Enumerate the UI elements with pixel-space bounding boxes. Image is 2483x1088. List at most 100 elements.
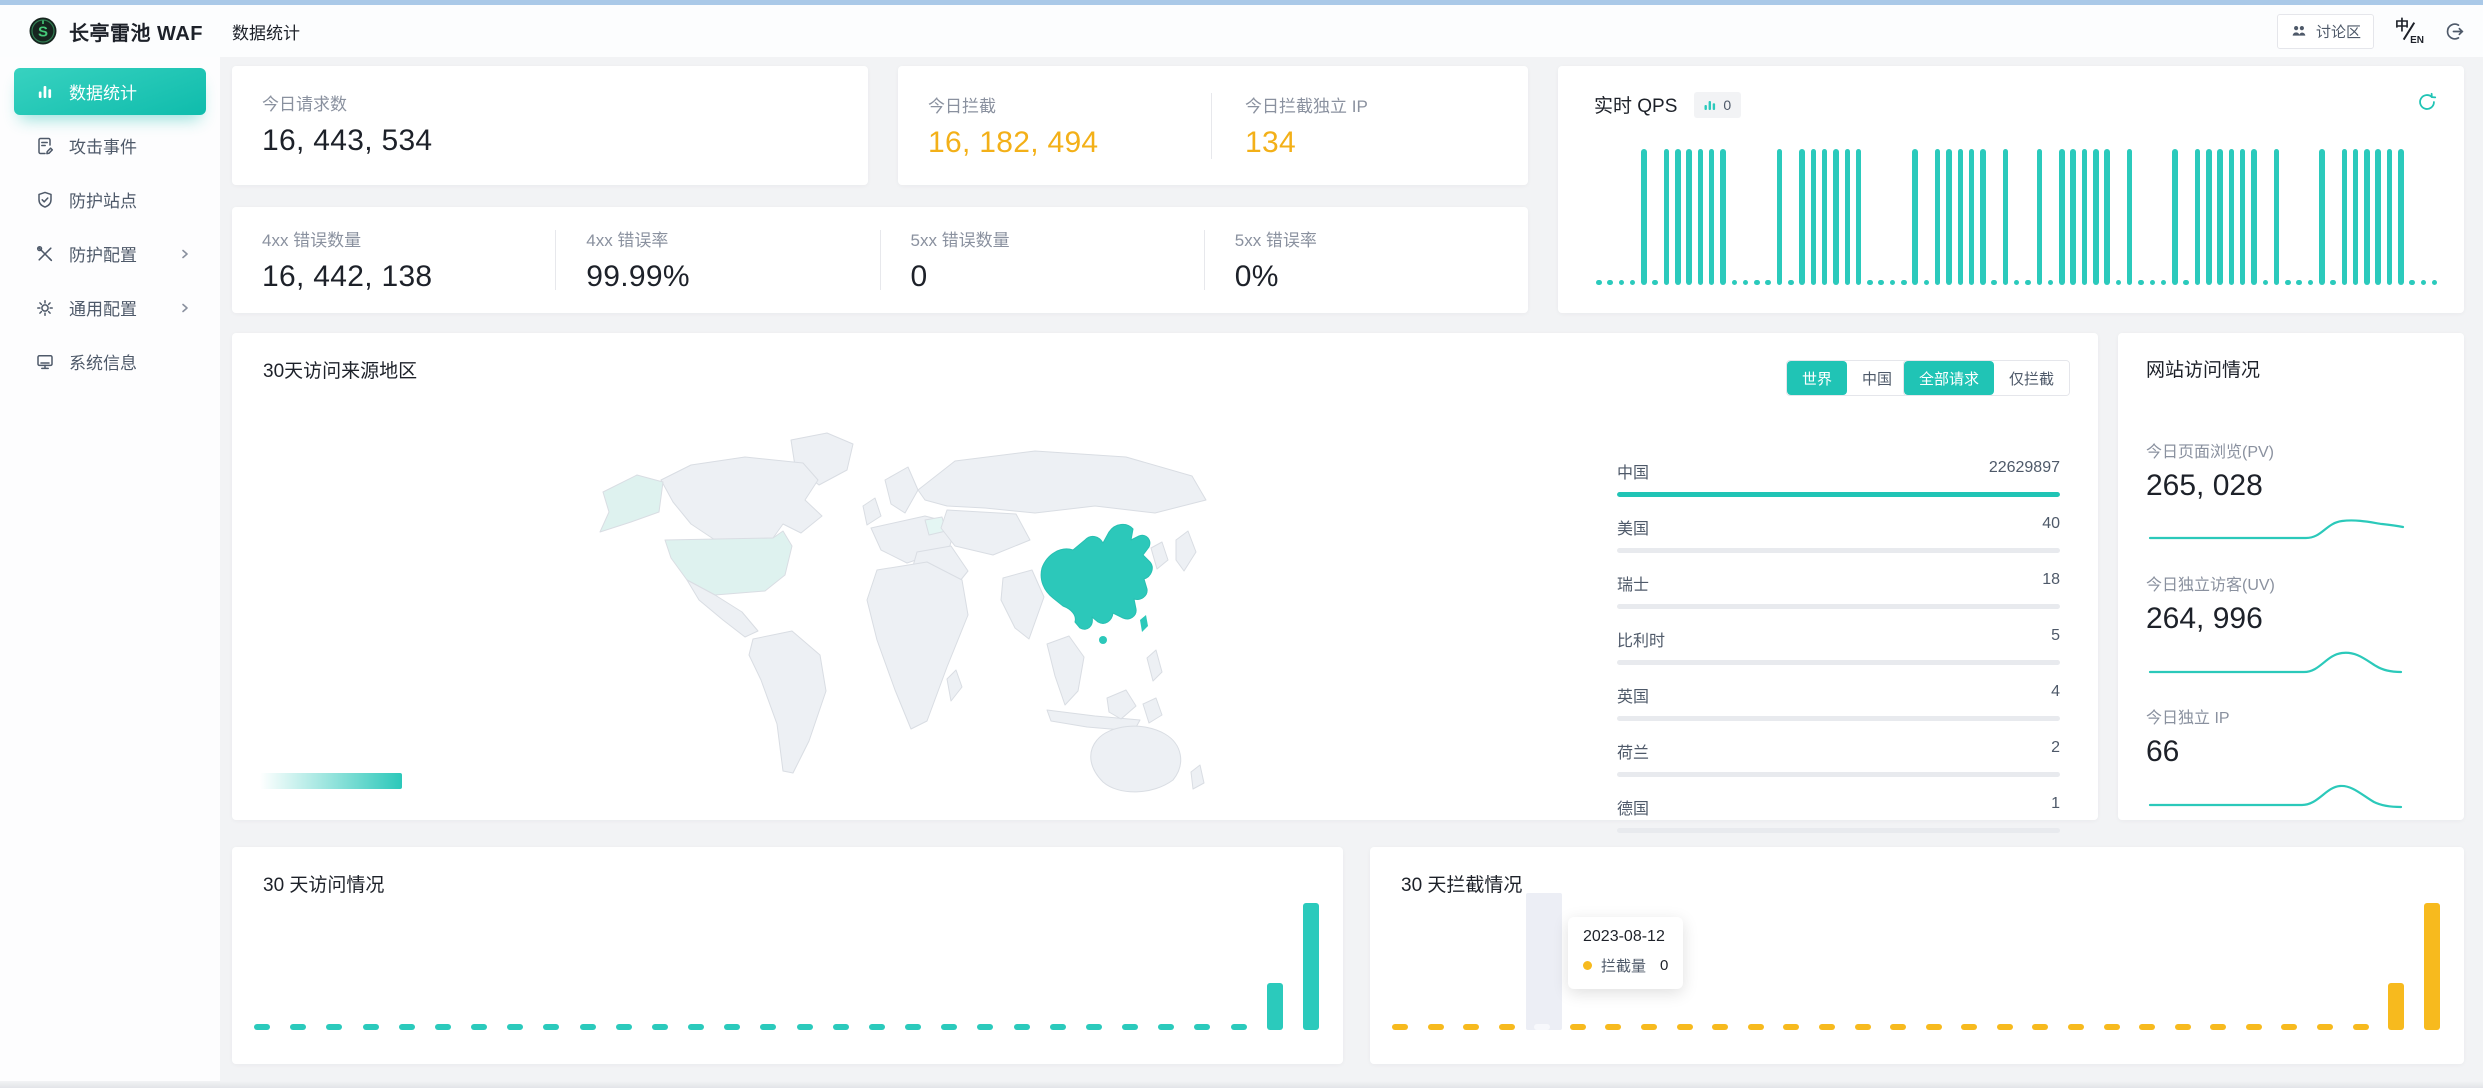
card-visits-30d: 30 天访问情况: [232, 847, 1343, 1064]
stat-requests-today: 今日请求数 16, 443, 534: [232, 66, 868, 158]
safeline-waf-dashboard: S 长亭雷池 WAF 数据统计 讨论区 中 EN: [0, 0, 2483, 1088]
language-toggle-icon[interactable]: 中 EN: [2394, 16, 2424, 46]
stat-5xx-count: 5xx 错误数量 0: [881, 226, 1204, 294]
blocks-30d-bars: [1392, 898, 2440, 1030]
country-value: 1: [2051, 795, 2060, 819]
card-site-visits: 网站访问情况 今日页面浏览(PV) 265, 028 今日独立访客(UV) 26…: [2118, 333, 2464, 820]
country-label: 荷兰: [1617, 739, 1649, 763]
discussion-button[interactable]: 讨论区: [2277, 14, 2374, 49]
tooltip-date: 2023-08-12: [1583, 928, 1668, 946]
stat-value: 16, 443, 534: [262, 124, 868, 158]
tools-icon: [35, 244, 55, 264]
pv-sparkline: [2146, 510, 2408, 547]
brand: S 长亭雷池 WAF: [28, 5, 203, 57]
visit-panel-title: 网站访问情况: [2146, 355, 2436, 382]
country-row: 中国 22629897: [1617, 459, 2060, 497]
card-blocks-today: 今日拦截 16, 182, 494 今日拦截独立 IP 134: [898, 66, 1528, 185]
tooltip-value: 0: [1660, 957, 1668, 974]
ip-sparkline: [2146, 776, 2408, 813]
country-value: 2: [2051, 739, 2060, 763]
stat-label: 今日拦截: [928, 92, 1211, 117]
main-content: 今日请求数 16, 443, 534 今日拦截 16, 182, 494 今日拦…: [220, 57, 2483, 1088]
stat-5xx-rate: 5xx 错误率 0%: [1205, 226, 1528, 294]
sidebar-item-protection-config[interactable]: 防护配置: [14, 230, 206, 277]
sidebar-item-label: 数据统计: [69, 79, 137, 104]
toggle-group-request-type: 全部请求 仅拦截: [1903, 360, 2070, 396]
country-row: 德国 1: [1617, 795, 2060, 833]
toggle-world[interactable]: 世界: [1787, 361, 1847, 395]
sidebar-item-protected-sites[interactable]: 防护站点: [14, 176, 206, 223]
sidebar-item-label: 系统信息: [69, 349, 137, 374]
metric-value: 66: [2146, 735, 2436, 769]
country-label: 比利时: [1617, 627, 1665, 651]
metric-value: 264, 996: [2146, 602, 2436, 636]
map-gradient-legend: [260, 773, 402, 789]
uv-sparkline: [2146, 643, 2408, 680]
toggle-all-requests[interactable]: 全部请求: [1904, 361, 1994, 395]
stat-block-ips-today: 今日拦截独立 IP 134: [1212, 92, 1528, 160]
card-realtime-qps: 实时 QPS 0: [1558, 66, 2464, 313]
stat-value: 134: [1245, 126, 1528, 160]
chart-tooltip: 2023-08-12 拦截量 0: [1568, 917, 1683, 989]
country-bar: [1617, 492, 2060, 497]
tooltip-series-label: 拦截量: [1601, 955, 1646, 976]
qps-badge[interactable]: 0: [1694, 92, 1741, 118]
sidebar-item-label: 通用配置: [69, 295, 137, 320]
card-region-map: 30天访问来源地区 世界 中国 全部请求 仅拦截: [232, 333, 2098, 820]
country-value: 22629897: [1989, 459, 2060, 483]
card-requests-today: 今日请求数 16, 443, 534: [232, 66, 868, 185]
country-label: 瑞士: [1617, 571, 1649, 595]
brand-logo-icon: S: [28, 16, 58, 46]
qps-badge-value: 0: [1723, 97, 1731, 113]
country-row: 瑞士 18: [1617, 571, 2060, 609]
toggle-china[interactable]: 中国: [1847, 361, 1907, 395]
stat-label: 5xx 错误率: [1235, 226, 1528, 251]
stat-label: 今日请求数: [262, 90, 868, 115]
stat-value: 0: [911, 260, 1204, 294]
visits-30d-bars: [254, 898, 1319, 1030]
window-bottom-strip: [0, 1081, 2483, 1088]
sidebar-item-system-info[interactable]: 系统信息: [14, 338, 206, 385]
map-country-china: [1041, 524, 1152, 644]
country-value: 18: [2042, 571, 2060, 595]
tooltip-series-dot: [1583, 961, 1592, 970]
mini-bar-chart-icon: [1704, 98, 1716, 111]
stat-label: 4xx 错误数量: [262, 226, 555, 251]
country-ranking-list: 中国 22629897 美国 40 瑞士 18: [1617, 459, 2060, 851]
qps-header: 实时 QPS 0: [1594, 91, 1741, 118]
stat-value: 0%: [1235, 260, 1528, 294]
metric-label: 今日独立访客(UV): [2146, 571, 2436, 595]
blocks-30d-title: 30 天拦截情况: [1401, 870, 1522, 897]
sidebar-item-label: 攻击事件: [69, 133, 137, 158]
country-value: 40: [2042, 515, 2060, 539]
refresh-history-icon[interactable]: [2416, 91, 2438, 113]
country-label: 中国: [1617, 459, 1649, 483]
brand-title: 长亭雷池 WAF: [69, 17, 203, 46]
country-row: 荷兰 2: [1617, 739, 2060, 777]
stat-blocks-today: 今日拦截 16, 182, 494: [898, 92, 1211, 160]
stat-4xx-count: 4xx 错误数量 16, 442, 138: [232, 226, 555, 294]
visits-30d-title: 30 天访问情况: [263, 870, 384, 897]
country-row: 比利时 5: [1617, 627, 2060, 665]
bar-chart-icon: [35, 82, 55, 102]
metric-label: 今日独立 IP: [2146, 704, 2436, 728]
stat-4xx-rate: 4xx 错误率 99.99%: [556, 226, 879, 294]
sidebar-item-data-stats[interactable]: 数据统计: [14, 68, 206, 115]
toggle-group-region: 世界 中国: [1786, 360, 1908, 396]
sidebar-item-label: 防护配置: [69, 241, 137, 266]
shield-check-icon: [35, 190, 55, 210]
top-header: S 长亭雷池 WAF 数据统计 讨论区 中 EN: [0, 5, 2483, 57]
stat-value: 16, 442, 138: [262, 260, 555, 294]
breadcrumb: 数据统计: [232, 5, 300, 57]
qps-title: 实时 QPS: [1594, 91, 1677, 118]
country-value: 4: [2051, 683, 2060, 707]
sidebar-item-general-config[interactable]: 通用配置: [14, 284, 206, 331]
qps-bars: [1596, 145, 2438, 285]
country-row: 英国 4: [1617, 683, 2060, 721]
map-title: 30天访问来源地区: [263, 356, 417, 383]
metric-label: 今日页面浏览(PV): [2146, 438, 2436, 462]
chevron-right-icon: [179, 248, 191, 260]
logout-icon[interactable]: [2444, 21, 2465, 42]
toggle-blocked-only[interactable]: 仅拦截: [1994, 361, 2069, 395]
sidebar-item-attack-events[interactable]: 攻击事件: [14, 122, 206, 169]
